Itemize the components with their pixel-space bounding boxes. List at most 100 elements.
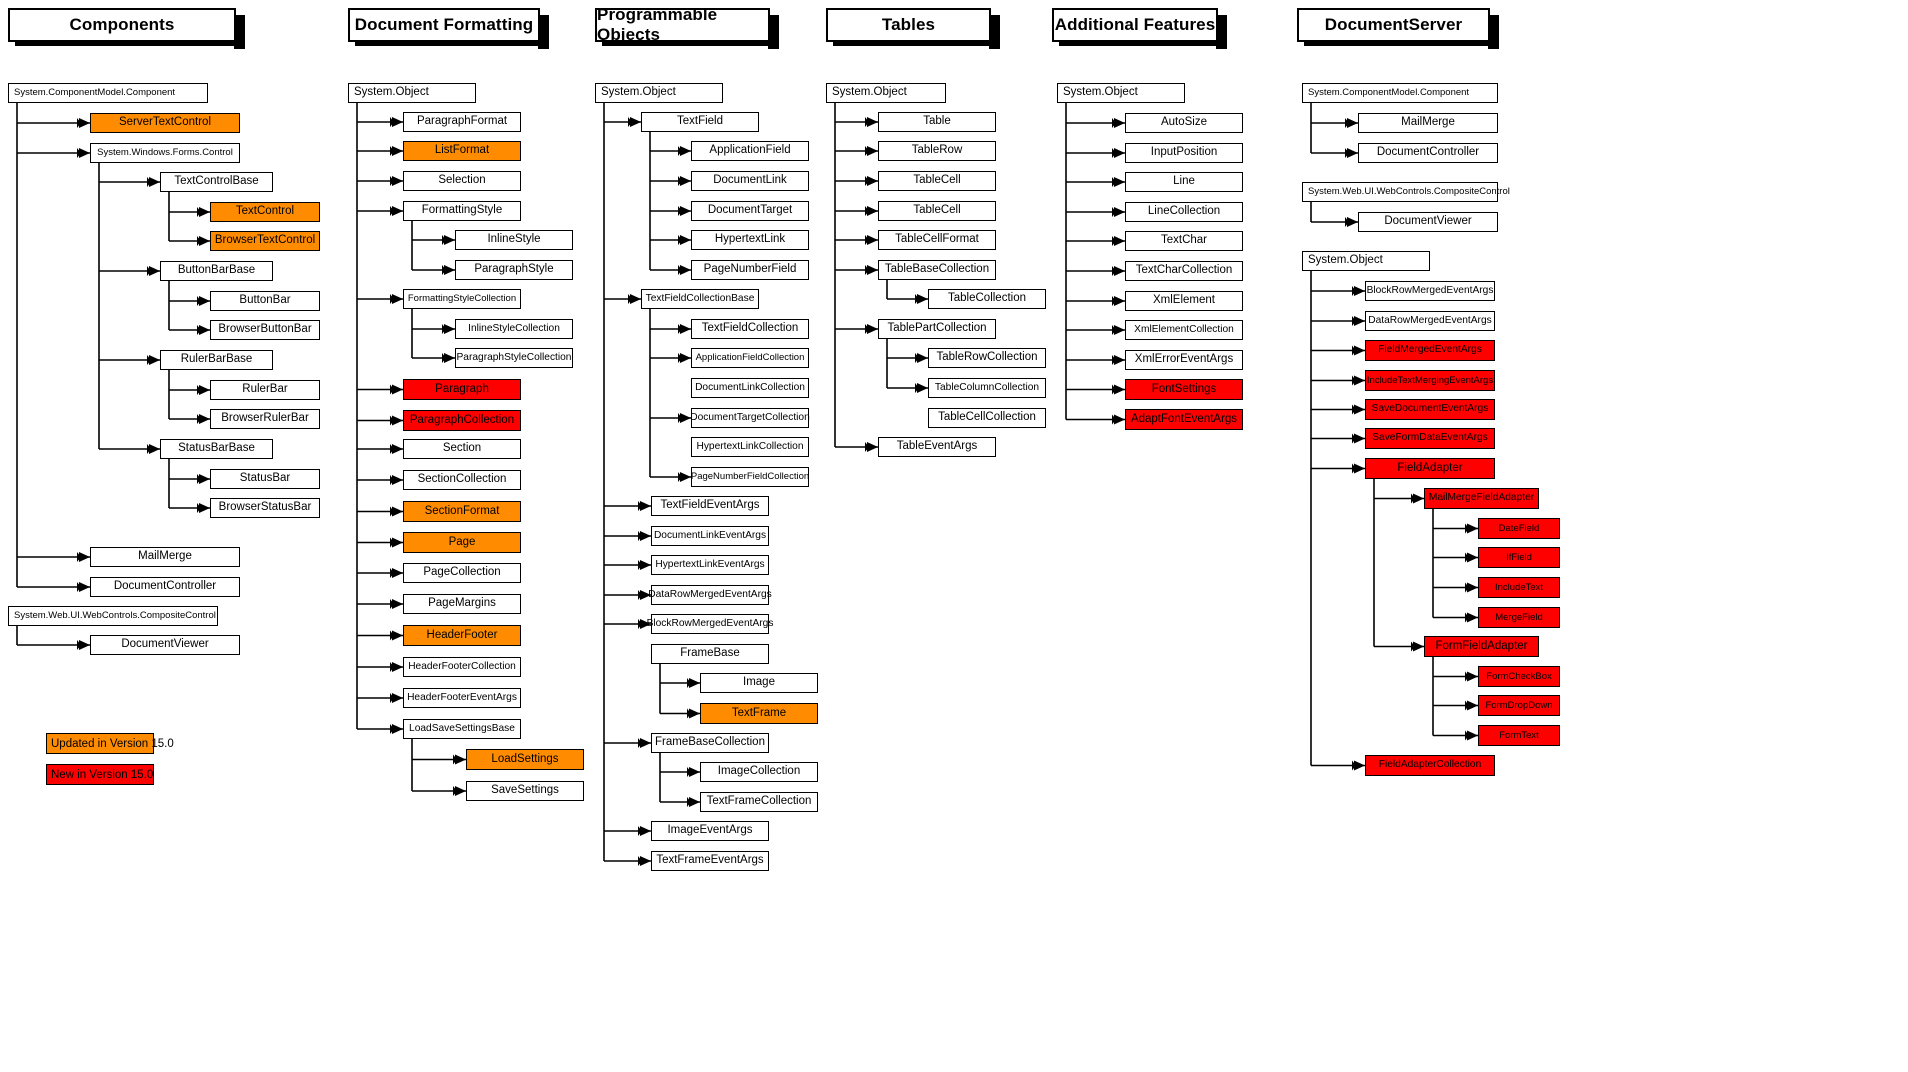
class-node-label: MailMerge — [1401, 116, 1455, 129]
class-node-label: HeaderFooterCollection — [408, 660, 516, 672]
class-node: DocumentController — [90, 577, 240, 597]
header-shadow-right — [1216, 15, 1227, 49]
legend-item-updated: Updated in Version 15.0 — [46, 733, 174, 754]
class-node-label: Table — [923, 115, 951, 128]
class-node: TableBaseCollection — [878, 260, 996, 280]
class-node: SectionCollection — [403, 470, 521, 490]
header-shadow-bottom — [15, 40, 239, 46]
class-node: Table — [878, 112, 996, 132]
class-node: FormDropDown — [1478, 695, 1560, 716]
class-node: PageCollection — [403, 563, 521, 583]
class-node-label: TextCharCollection — [1135, 264, 1233, 277]
class-node-label: ApplicationFieldCollection — [695, 352, 805, 364]
class-node-label: TableBaseCollection — [884, 263, 990, 276]
class-node-label: Image — [743, 676, 775, 689]
class-node-label: DataRowMergedEventArgs — [648, 588, 772, 600]
class-node-label: SectionFormat — [424, 504, 500, 517]
class-node-label: XmlErrorEventArgs — [1134, 353, 1234, 366]
class-node-label: System.Object — [1063, 86, 1138, 99]
class-node-label: FieldAdapterCollection — [1378, 759, 1482, 771]
class-node-label: AutoSize — [1160, 116, 1208, 129]
class-node: XmlErrorEventArgs — [1125, 350, 1243, 370]
class-node: TableCell — [878, 171, 996, 191]
class-node: FieldAdapter — [1365, 458, 1495, 479]
class-node: DocumentController — [1358, 143, 1498, 163]
class-node-label: BlockRowMergedEventArgs — [1366, 284, 1494, 296]
class-node-label: ApplicationField — [709, 144, 791, 157]
header-shadow-bottom — [833, 40, 994, 46]
class-node: HypertextLinkEventArgs — [651, 555, 769, 575]
class-node-label: System.ComponentModel.Component — [14, 87, 176, 99]
class-node-label: FormText — [1499, 729, 1539, 741]
class-node-label: LoadSettings — [491, 752, 559, 765]
class-node-label: RulerBarBase — [180, 353, 253, 366]
class-node-label: DocumentLink — [713, 174, 787, 187]
class-node-label: LineCollection — [1147, 205, 1221, 218]
class-node-label: SaveFormDataEventArgs — [1372, 432, 1488, 444]
class-node-label: System.Object — [832, 86, 907, 99]
class-node: System.Object — [826, 83, 946, 103]
class-node: TextFieldCollection — [691, 319, 809, 339]
class-node-label: TableRow — [911, 144, 963, 157]
class-node: AutoSize — [1125, 113, 1243, 133]
class-node: FieldMergedEventArgs — [1365, 340, 1495, 361]
class-node: FrameBase — [651, 644, 769, 664]
class-node: ListFormat — [403, 141, 521, 161]
class-node-label: BrowserButtonBar — [218, 323, 312, 336]
class-node: FrameBaseCollection — [651, 733, 769, 753]
class-node: TablePartCollection — [878, 319, 996, 339]
class-node: LineCollection — [1125, 202, 1243, 222]
class-node: PageNumberField — [691, 260, 809, 280]
class-node: TextFrameCollection — [700, 792, 818, 812]
class-node-label: PageMargins — [428, 597, 496, 610]
class-node-label: ListFormat — [434, 144, 490, 157]
class-node-label: SectionCollection — [417, 473, 507, 486]
class-node: DataRowMergedEventArgs — [648, 585, 772, 605]
class-node-label: DocumentViewer — [121, 638, 209, 651]
class-node: System.ComponentModel.Component — [8, 83, 208, 103]
class-node: DocumentLink — [691, 171, 809, 191]
class-node-label: ImageCollection — [717, 765, 801, 778]
class-node-label: ParagraphStyleCollection — [456, 351, 572, 363]
class-node: TextFrame — [700, 703, 818, 724]
class-node: BlockRowMergedEventArgs — [1365, 281, 1495, 301]
header-shadow-bottom — [602, 40, 773, 46]
class-node-label: HypertextLink — [714, 233, 786, 246]
class-node: DocumentViewer — [90, 635, 240, 655]
class-node-label: TextFrameEventArgs — [656, 854, 764, 867]
class-node: FormattingStyleCollection — [403, 289, 521, 309]
class-node: Section — [403, 439, 521, 459]
class-node: FormText — [1478, 725, 1560, 746]
class-node: TextControl — [210, 202, 320, 222]
class-node: DocumentTarget — [691, 201, 809, 221]
class-node: ButtonBar — [210, 291, 320, 311]
class-node: DocumentViewer — [1358, 212, 1498, 232]
class-node-label: MailMerge — [138, 550, 192, 563]
class-node-label: ParagraphFormat — [416, 115, 508, 128]
legend-item-new: New in Version 15.0 — [46, 764, 154, 785]
class-node: PageMargins — [403, 594, 521, 614]
column-header-label: Document Formatting — [354, 15, 534, 34]
class-node: ParagraphStyleCollection — [455, 348, 573, 368]
class-node: BrowserRulerBar — [210, 409, 320, 429]
class-node-label: TextField — [676, 115, 724, 128]
class-node-label: TableCell — [913, 204, 961, 217]
legend-item-label: New in Version 15.0 — [51, 768, 154, 781]
class-node-label: PageCollection — [423, 566, 501, 579]
class-node-label: ImageEventArgs — [667, 824, 753, 837]
class-node: Paragraph — [403, 379, 521, 400]
class-node: IncludeTextMergingEventArgs — [1365, 370, 1495, 391]
class-node-label: System.Web.UI.WebControls.CompositeContr… — [14, 610, 216, 622]
class-node-label: TableColumnCollection — [934, 381, 1040, 393]
class-node: ServerTextControl — [90, 113, 240, 133]
class-node: BlockRowMergedEventArgs — [647, 614, 773, 634]
class-node: ImageEventArgs — [651, 821, 769, 841]
class-node: TextCharCollection — [1125, 261, 1243, 281]
class-node-label: DocumentTargetCollection — [690, 411, 810, 423]
class-node-label: FrameBaseCollection — [655, 736, 765, 749]
class-node-label: ParagraphStyle — [474, 263, 554, 276]
class-node: AdaptFontEventArgs — [1125, 409, 1243, 430]
class-node: LoadSaveSettingsBase — [403, 719, 521, 739]
class-node: StatusBar — [210, 469, 320, 489]
class-node-label: LoadSaveSettingsBase — [409, 722, 515, 734]
